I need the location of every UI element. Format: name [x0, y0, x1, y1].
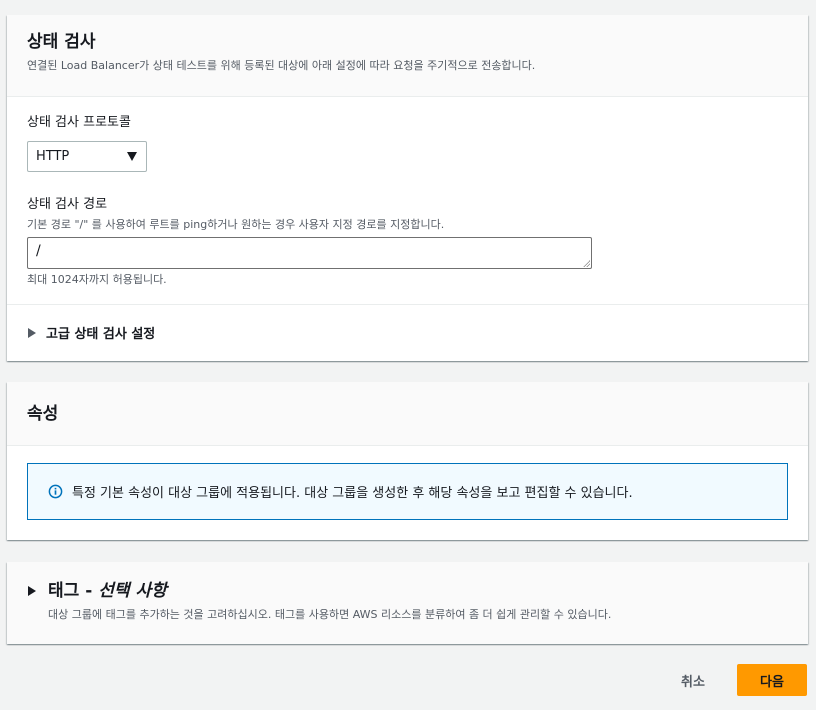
tags-panel: 태그 - 선택 사항 대상 그룹에 태그를 추가하는 것을 고려하십시오. 태그… [7, 562, 808, 644]
health-check-form: 상태 검사 프로토콜 HTTP 상태 검사 경로 기본 경로 "/" 를 사용하… [7, 97, 808, 305]
tags-title: 태그 - [48, 581, 93, 601]
path-field: 상태 검사 경로 기본 경로 "/" 를 사용하여 루트를 ping하거나 원하… [27, 196, 788, 287]
health-check-description: 연결된 Load Balancer가 상태 테스트를 위해 등록된 대상에 아래… [27, 59, 536, 72]
caret-right-icon [28, 327, 36, 338]
path-input[interactable]: / [27, 237, 592, 269]
info-alert: 특정 기본 속성이 대상 그룹에 적용됩니다. 대상 그룹을 생성한 후 해당 … [27, 463, 788, 520]
tags-optional-label: 선택 사항 [98, 581, 167, 601]
info-alert-text: 특정 기본 속성이 대상 그룹에 적용됩니다. 대상 그룹을 생성한 후 해당 … [72, 486, 633, 501]
cancel-button[interactable]: 취소 [664, 664, 722, 696]
health-check-header: 상태 검사 연결된 Load Balancer가 상태 테스트를 위해 등록된 … [7, 15, 808, 97]
path-label: 상태 검사 경로 [27, 197, 108, 212]
info-icon [48, 484, 63, 499]
advanced-settings-label: 고급 상태 검사 설정 [46, 327, 156, 342]
path-input-value: / [36, 243, 41, 259]
advanced-settings-toggle[interactable]: 고급 상태 검사 설정 [7, 305, 808, 360]
resize-handle-icon[interactable] [583, 260, 590, 267]
attributes-header: 속성 [7, 382, 808, 446]
attributes-panel: 속성 특정 기본 속성이 대상 그룹에 적용됩니다. 대상 그룹을 생성한 후 … [7, 382, 808, 540]
attributes-title: 속성 [27, 403, 59, 424]
protocol-selected-value: HTTP [36, 149, 70, 164]
next-button[interactable]: 다음 [737, 664, 807, 696]
protocol-label: 상태 검사 프로토콜 [27, 115, 131, 130]
tags-toggle[interactable]: 태그 - 선택 사항 [28, 581, 787, 601]
attributes-body: 특정 기본 속성이 대상 그룹에 적용됩니다. 대상 그룹을 생성한 후 해당 … [7, 446, 808, 520]
health-check-panel: 상태 검사 연결된 Load Balancer가 상태 테스트를 위해 등록된 … [7, 15, 808, 361]
protocol-field: 상태 검사 프로토콜 HTTP [27, 114, 788, 172]
protocol-select[interactable]: HTTP [27, 141, 147, 172]
path-hint: 기본 경로 "/" 를 사용하여 루트를 ping하거나 원하는 경우 사용자 … [27, 218, 445, 231]
caret-right-icon [28, 586, 36, 596]
health-check-title: 상태 검사 [27, 32, 96, 52]
tags-description: 대상 그룹에 태그를 추가하는 것을 고려하십시오. 태그를 사용하면 AWS … [48, 608, 612, 621]
caret-down-icon [127, 152, 137, 161]
path-constraint: 최대 1024자까지 허용됩니다. [27, 273, 167, 286]
